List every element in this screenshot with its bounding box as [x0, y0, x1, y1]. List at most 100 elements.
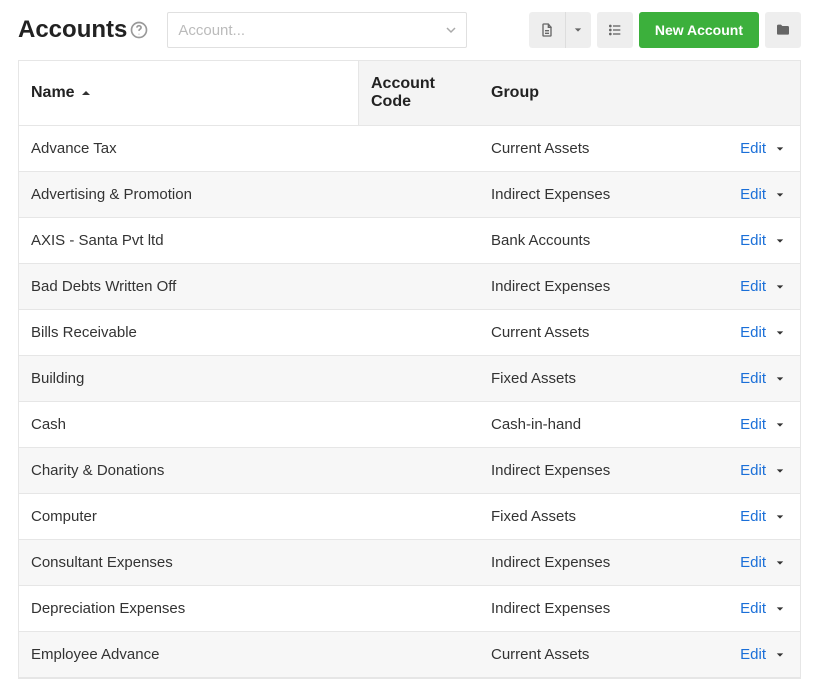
page-title: Accounts [18, 16, 149, 44]
table-row[interactable]: Advertising & PromotionIndirect Expenses… [19, 172, 800, 218]
edit-link[interactable]: Edit [740, 324, 766, 341]
account-search[interactable]: Account... [167, 12, 467, 48]
cell-code [359, 503, 479, 531]
column-group-label: Group [491, 84, 539, 102]
cell-code [359, 595, 479, 623]
list-view-button[interactable] [597, 12, 633, 48]
table-row[interactable]: Bad Debts Written OffIndirect ExpensesEd… [19, 264, 800, 310]
edit-link[interactable]: Edit [740, 646, 766, 663]
export-button[interactable] [529, 12, 565, 48]
caret-down-icon [776, 283, 784, 291]
cell-group: Fixed Assets [479, 356, 710, 401]
cell-code [359, 135, 479, 163]
row-actions-dropdown[interactable] [776, 513, 784, 521]
edit-link[interactable]: Edit [740, 600, 766, 617]
cell-group: Current Assets [479, 126, 710, 171]
table-row[interactable]: Consultant ExpensesIndirect ExpensesEdit [19, 540, 800, 586]
row-actions-dropdown[interactable] [776, 145, 784, 153]
edit-link[interactable]: Edit [740, 140, 766, 157]
table-row[interactable]: CashCash-in-handEdit [19, 402, 800, 448]
cell-group: Fixed Assets [479, 494, 710, 539]
edit-link[interactable]: Edit [740, 508, 766, 525]
edit-link[interactable]: Edit [740, 278, 766, 295]
toolbar: Accounts Account... [0, 0, 819, 60]
cell-actions: Edit [710, 494, 800, 539]
edit-link[interactable]: Edit [740, 232, 766, 249]
caret-down-icon [574, 26, 582, 34]
row-actions-dropdown[interactable] [776, 191, 784, 199]
caret-down-icon [776, 467, 784, 475]
cell-group: Bank Accounts [479, 218, 710, 263]
help-icon[interactable] [129, 20, 149, 40]
edit-link[interactable]: Edit [740, 462, 766, 479]
cell-code [359, 457, 479, 485]
cell-group: Current Assets [479, 632, 710, 677]
cell-name: AXIS - Santa Pvt ltd [19, 218, 359, 263]
row-actions-dropdown[interactable] [776, 421, 784, 429]
table-row[interactable]: Employee Advance Current Assets Edit [19, 632, 800, 678]
row-actions-dropdown[interactable] [776, 651, 784, 659]
table-body: Advance TaxCurrent AssetsEditAdvertising… [19, 126, 800, 678]
caret-down-icon [776, 191, 784, 199]
row-actions-dropdown[interactable] [776, 237, 784, 245]
caret-down-icon [776, 513, 784, 521]
row-actions-dropdown[interactable] [776, 467, 784, 475]
table-row[interactable]: AXIS - Santa Pvt ltd Bank Accounts Edit [19, 218, 800, 264]
caret-down-icon [776, 237, 784, 245]
cell-group: Current Assets [479, 310, 710, 355]
cell-group: Cash-in-hand [479, 402, 710, 447]
folder-button[interactable] [765, 12, 801, 48]
column-header-code[interactable]: Account Code [359, 61, 479, 125]
cell-actions: Edit [710, 356, 800, 401]
row-actions-dropdown[interactable] [776, 375, 784, 383]
export-dropdown-button[interactable] [565, 12, 591, 48]
row-actions-dropdown[interactable] [776, 329, 784, 337]
cell-name: Consultant Expenses [19, 540, 359, 585]
cell-name: Bad Debts Written Off [19, 264, 359, 309]
cell-code [359, 181, 479, 209]
cell-code [359, 365, 479, 393]
column-name-label: Name [31, 84, 75, 102]
search-placeholder: Account... [178, 22, 245, 39]
folder-icon [775, 22, 791, 38]
caret-down-icon [776, 329, 784, 337]
cell-code [359, 411, 479, 439]
table-row[interactable]: Charity & Donations Indirect Expenses Edit [19, 448, 800, 494]
row-actions-dropdown[interactable] [776, 605, 784, 613]
cell-actions: Edit [710, 310, 800, 355]
column-header-actions [710, 61, 800, 125]
list-icon [607, 22, 623, 38]
table-row[interactable]: Computer Fixed Assets Edit [19, 494, 800, 540]
export-button-group [529, 12, 591, 48]
table-row[interactable]: Depreciation ExpensesIndirect ExpensesEd… [19, 586, 800, 632]
cell-name: Computer [19, 494, 359, 539]
caret-down-icon [776, 559, 784, 567]
cell-name: Employee Advance [19, 632, 359, 677]
cell-name: Advertising & Promotion [19, 172, 359, 217]
page-title-text: Accounts [18, 16, 127, 44]
column-header-name[interactable]: Name [19, 61, 359, 125]
cell-name: Charity & Donations [19, 448, 359, 493]
cell-actions: Edit [710, 172, 800, 217]
cell-code [359, 641, 479, 669]
table-row[interactable]: Advance TaxCurrent AssetsEdit [19, 126, 800, 172]
cell-actions: Edit [710, 126, 800, 171]
cell-actions: Edit [710, 540, 800, 585]
edit-link[interactable]: Edit [740, 554, 766, 571]
cell-code [359, 319, 479, 347]
caret-down-icon [776, 145, 784, 153]
new-account-button[interactable]: New Account [639, 12, 759, 48]
caret-down-icon [776, 421, 784, 429]
column-header-group[interactable]: Group [479, 61, 710, 125]
row-actions-dropdown[interactable] [776, 559, 784, 567]
edit-link[interactable]: Edit [740, 416, 766, 433]
table-row[interactable]: Building Fixed Assets Edit [19, 356, 800, 402]
chevron-down-icon [446, 25, 456, 35]
table-row[interactable]: Bills ReceivableCurrent AssetsEdit [19, 310, 800, 356]
edit-link[interactable]: Edit [740, 370, 766, 387]
row-actions-dropdown[interactable] [776, 283, 784, 291]
column-code-label: Account Code [371, 75, 467, 111]
edit-link[interactable]: Edit [740, 186, 766, 203]
cell-group: Indirect Expenses [479, 448, 710, 493]
cell-name: Building [19, 356, 359, 401]
